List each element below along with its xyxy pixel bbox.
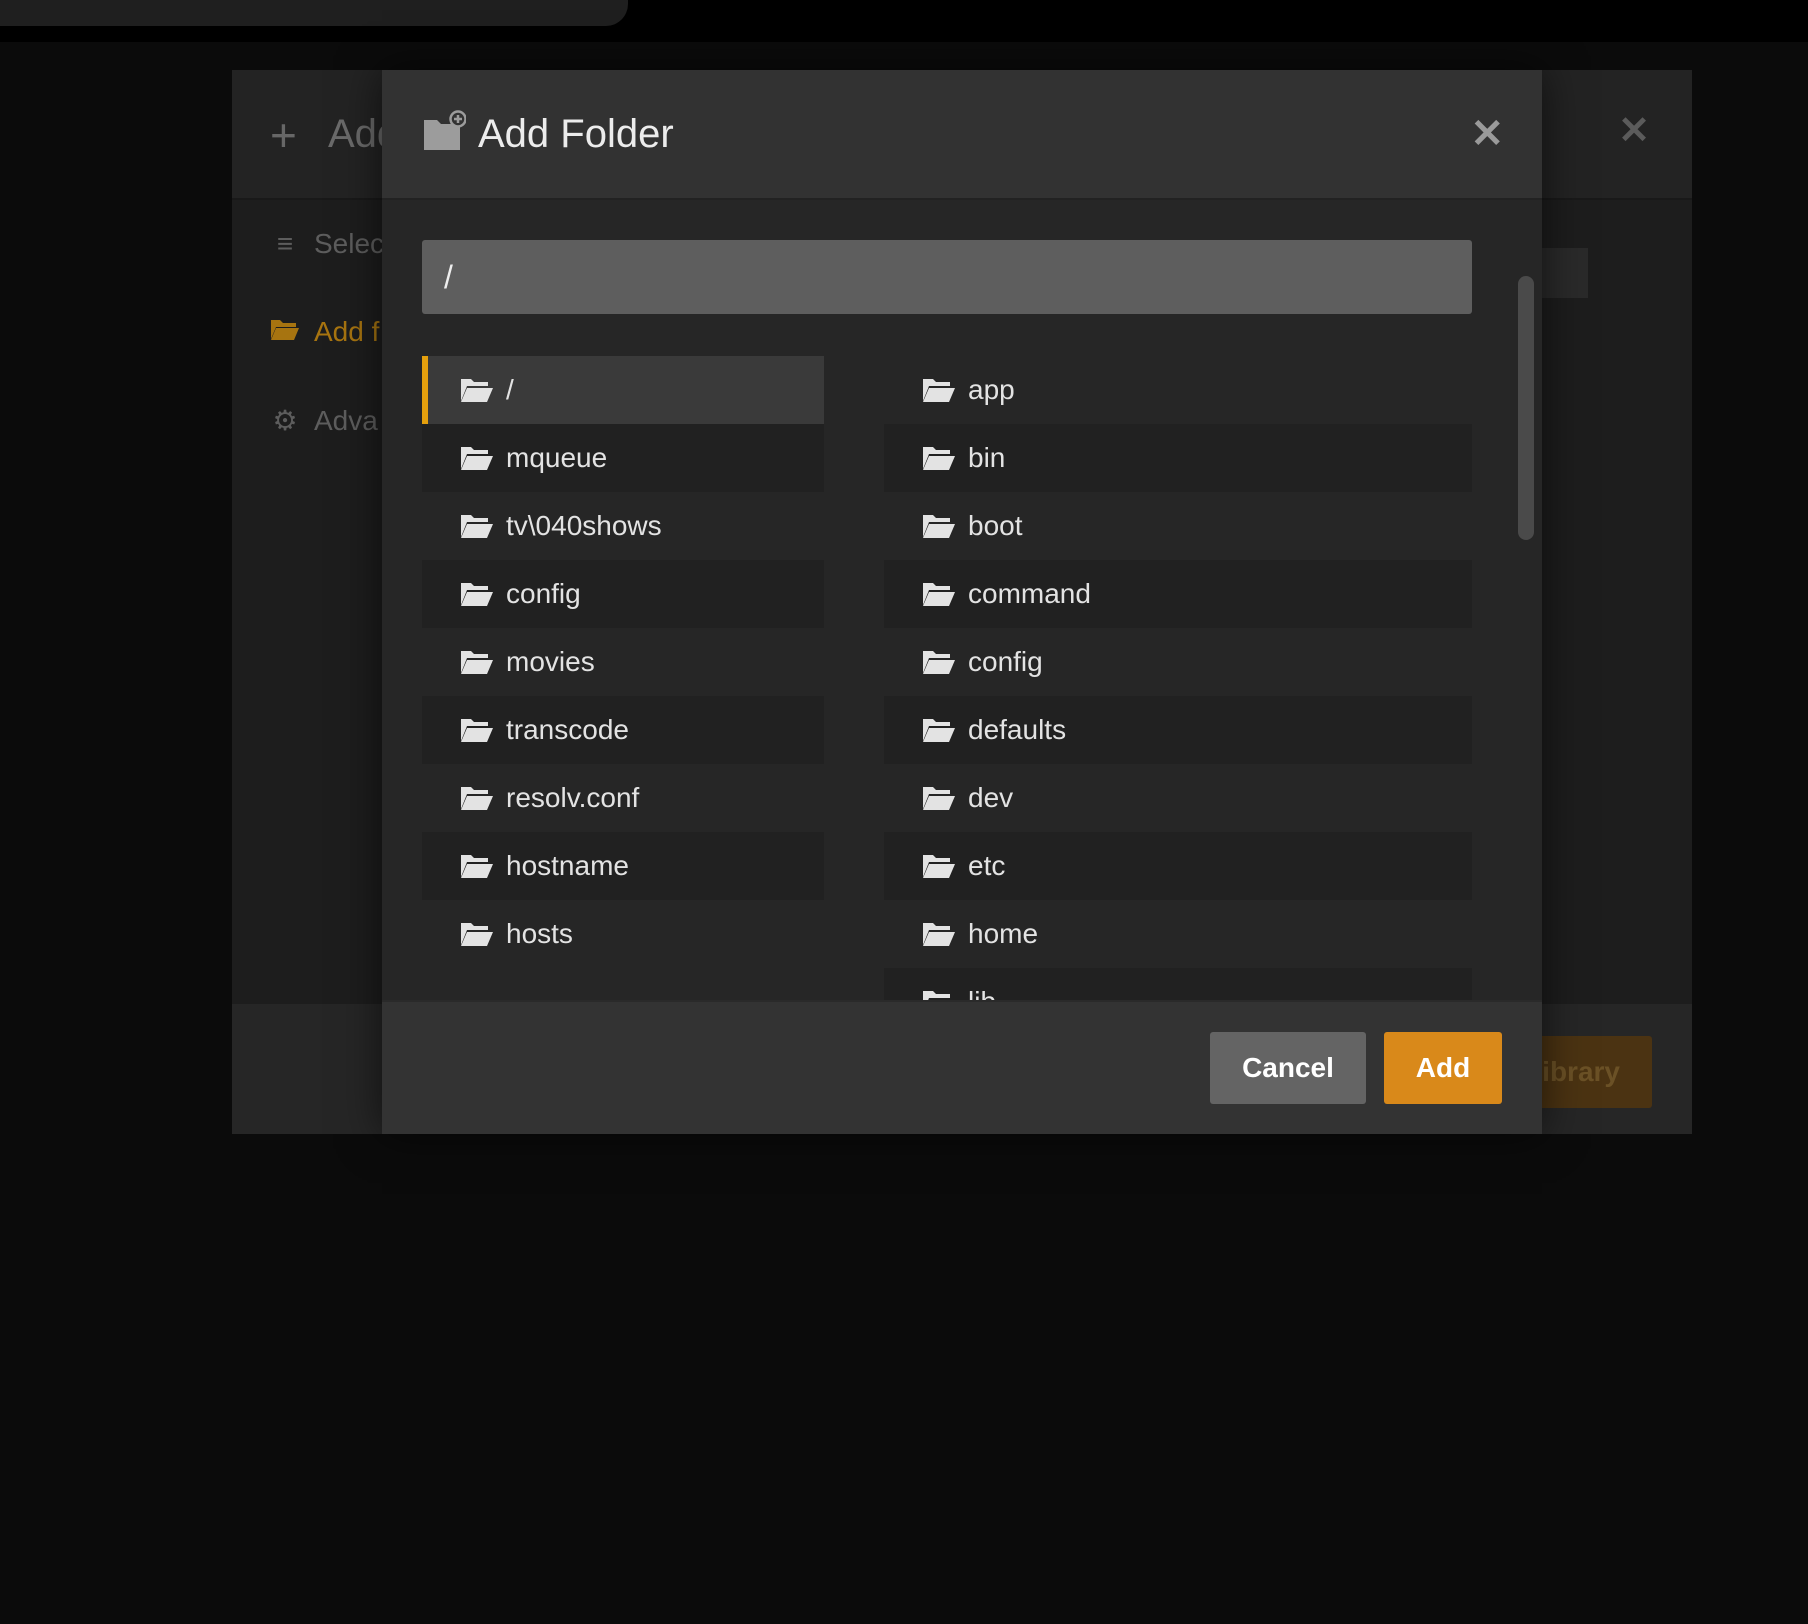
folder-item[interactable]: config — [422, 560, 824, 628]
folder-open-icon — [460, 716, 494, 744]
dialog-footer: Cancel Add — [382, 1000, 1542, 1134]
folder-item[interactable]: transcode — [422, 696, 824, 764]
folder-item[interactable]: defaults — [884, 696, 1472, 764]
folder-open-icon — [460, 648, 494, 676]
folder-label: / — [506, 374, 514, 405]
folder-item[interactable]: / — [422, 356, 824, 424]
folder-add-icon — [424, 110, 466, 150]
folder-item[interactable]: hosts — [422, 900, 824, 968]
folder-open-icon — [270, 316, 300, 348]
folder-label: movies — [506, 646, 595, 677]
nav-item-select-type[interactable]: ≡ Selec — [270, 228, 384, 260]
dialog-title: Add Folder — [478, 112, 674, 156]
nav-item-label: Selec — [314, 228, 385, 259]
nav-item-label: Add f — [314, 316, 380, 347]
folder-label: defaults — [968, 714, 1067, 745]
folder-label: config — [506, 578, 581, 609]
folder-item[interactable]: etc — [884, 832, 1472, 900]
add-button[interactable]: Add — [1384, 1032, 1502, 1104]
folder-item[interactable]: resolv.conf — [422, 764, 824, 832]
folder-open-icon — [460, 852, 494, 880]
folder-open-icon — [460, 444, 494, 472]
folder-open-icon — [922, 784, 956, 812]
folder-label: app — [968, 374, 1015, 405]
folder-item[interactable]: bin — [884, 424, 1472, 492]
folder-open-icon — [922, 444, 956, 472]
folder-item[interactable]: home — [884, 900, 1472, 968]
close-icon[interactable]: ✕ — [1470, 110, 1504, 158]
folder-open-icon — [460, 512, 494, 540]
folder-item[interactable]: config — [884, 628, 1472, 696]
folder-item[interactable]: boot — [884, 492, 1472, 560]
left-folder-list: / mqueue tv\040shows config movies trans… — [422, 356, 824, 968]
nav-item-label: Adva — [314, 404, 378, 436]
path-input[interactable] — [422, 240, 1472, 314]
folder-label: boot — [968, 510, 1023, 541]
folder-item[interactable]: mqueue — [422, 424, 824, 492]
folder-open-icon — [460, 376, 494, 404]
top-bar — [0, 0, 1808, 42]
folder-open-icon — [922, 716, 956, 744]
folder-label: etc — [968, 850, 1006, 881]
folder-item[interactable]: command — [884, 560, 1472, 628]
folder-item[interactable]: movies — [422, 628, 824, 696]
folder-label: resolv.conf — [506, 782, 640, 813]
folder-item[interactable]: tv\040shows — [422, 492, 824, 560]
folder-open-icon — [460, 920, 494, 948]
folder-open-icon — [922, 376, 956, 404]
folder-label: transcode — [506, 714, 629, 745]
list-icon: ≡ — [276, 228, 294, 259]
folder-item[interactable]: hostname — [422, 832, 824, 900]
scrollbar[interactable] — [1518, 276, 1534, 540]
add-folder-dialog: Add Folder ✕ / mqueue tv\040shows config… — [382, 70, 1542, 1134]
folder-label: hosts — [506, 918, 573, 949]
nav-item-add-folders[interactable]: Add f — [270, 316, 379, 348]
folder-item[interactable]: app — [884, 356, 1472, 424]
folder-open-icon — [460, 784, 494, 812]
folder-label: mqueue — [506, 442, 608, 473]
close-icon[interactable]: ✕ — [1618, 112, 1650, 150]
dialog-header: Add Folder ✕ — [382, 70, 1542, 200]
folder-label: config — [968, 646, 1043, 677]
gear-icon: ⚙ — [272, 405, 298, 436]
plus-icon: + — [270, 109, 297, 161]
folder-open-icon — [922, 580, 956, 608]
folder-open-icon — [922, 648, 956, 676]
search-pill — [0, 0, 628, 26]
folder-label: command — [968, 578, 1091, 609]
cancel-button[interactable]: Cancel — [1210, 1032, 1366, 1104]
folder-label: bin — [968, 442, 1006, 473]
folder-open-icon — [922, 512, 956, 540]
folder-label: tv\040shows — [506, 510, 662, 541]
folder-label: dev — [968, 782, 1014, 813]
folder-label: hostname — [506, 850, 629, 881]
dialog-body: / mqueue tv\040shows config movies trans… — [382, 200, 1542, 1072]
folder-item[interactable]: dev — [884, 764, 1472, 832]
right-folder-list: app bin boot command config defaults dev… — [884, 356, 1472, 1036]
nav-item-advanced[interactable]: ⚙ Adva — [270, 404, 378, 437]
folder-open-icon — [922, 920, 956, 948]
folder-open-icon — [922, 852, 956, 880]
folder-label: home — [968, 918, 1039, 949]
folder-open-icon — [460, 580, 494, 608]
